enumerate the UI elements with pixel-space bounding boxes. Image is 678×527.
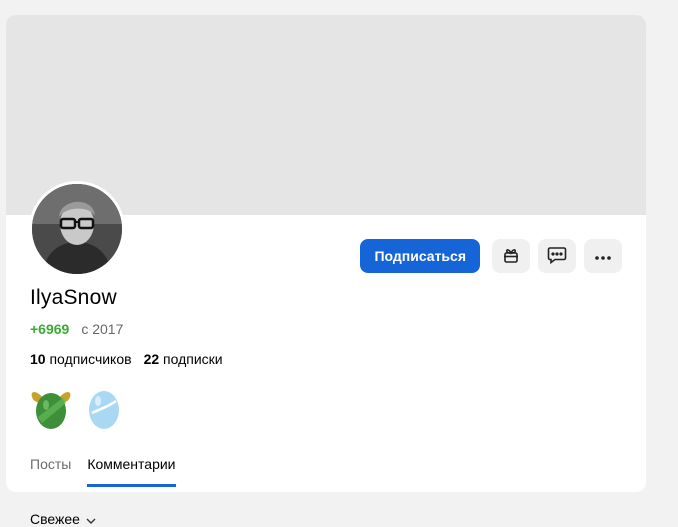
subscribers-count: 10 [30, 351, 46, 367]
tab-comments[interactable]: Комментарии [87, 456, 176, 487]
subscribers-stat[interactable]: 10 подписчиков [30, 351, 132, 367]
profile-actions: Подписаться [360, 239, 622, 273]
subscriptions-stat[interactable]: 22 подписки [144, 351, 223, 367]
profile-name: IlyaSnow [30, 286, 117, 309]
profile-stats: 10 подписчиков 22 подписки [30, 351, 223, 367]
profile-cover [6, 15, 646, 215]
winged-green-egg-badge[interactable] [30, 383, 72, 436]
profile-meta: +6969 с 2017 [30, 321, 123, 337]
more-icon [594, 249, 612, 264]
member-since: с 2017 [81, 321, 124, 337]
profile-tabs: Посты Комментарии [30, 456, 176, 487]
subscriptions-label: подписки [163, 351, 223, 367]
message-icon [547, 246, 567, 267]
badges-row [30, 383, 122, 436]
subscribers-label: подписчиков [49, 351, 132, 367]
more-button[interactable] [584, 239, 622, 273]
subscriptions-count: 22 [143, 351, 160, 367]
profile-card: Подписаться IlyaSnow +6969 с 2017 10 под… [6, 15, 646, 492]
gift-icon [502, 246, 520, 267]
gift-button[interactable] [492, 239, 530, 273]
avatar[interactable] [29, 181, 125, 277]
subscribe-button[interactable]: Подписаться [360, 239, 480, 273]
blue-egg-badge[interactable] [86, 383, 122, 436]
karma-value[interactable]: +6969 [30, 321, 69, 337]
message-button[interactable] [538, 239, 576, 273]
tab-posts[interactable]: Посты [30, 456, 71, 487]
